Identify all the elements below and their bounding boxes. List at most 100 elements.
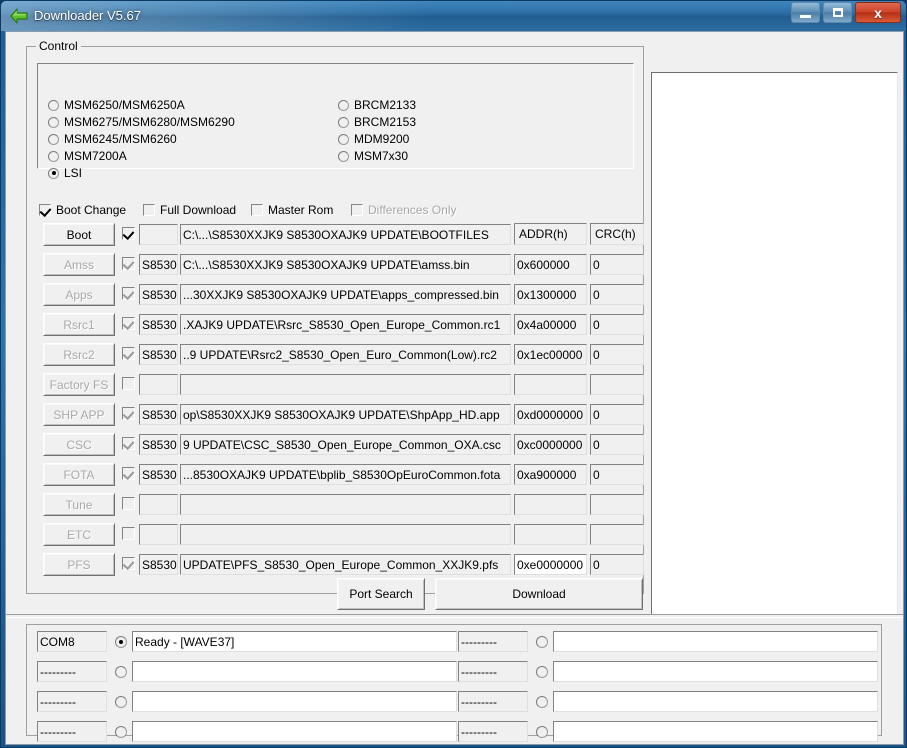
port-name-field-left-0[interactable]: COM8 [37, 631, 107, 652]
file-row-crc-rsrc1[interactable]: 0 [590, 314, 644, 335]
port-name-field-left-3[interactable]: --------- [37, 721, 107, 742]
file-row-model-boot[interactable] [139, 224, 178, 245]
file-row-crc-tune[interactable] [590, 494, 644, 515]
file-row-checkbox-fota[interactable] [122, 467, 135, 480]
file-row-addr-rsrc2[interactable]: 0x1ec00000 [514, 344, 587, 365]
file-row-path-pfs[interactable]: UPDATE\PFS_S8530_Open_Europe_Common_XXJK… [180, 554, 511, 575]
file-row-checkbox-shp-app[interactable] [122, 407, 135, 420]
file-row-crc-rsrc2[interactable]: 0 [590, 344, 644, 365]
file-row-path-fota[interactable]: ...8530OXAJK9 UPDATE\bplib_S8530OpEuroCo… [180, 464, 511, 485]
file-row-model-amss[interactable]: S8530 [139, 254, 178, 275]
port-name-field-right-1[interactable]: --------- [458, 661, 528, 682]
file-row-checkbox-apps[interactable] [122, 287, 135, 300]
file-row-path-tune[interactable] [180, 494, 511, 515]
file-row-addr-shp-app[interactable]: 0xd0000000 [514, 404, 587, 425]
port-radio-right-3[interactable] [536, 726, 548, 738]
port-search-button[interactable]: Port Search [337, 578, 425, 610]
title-bar[interactable]: Downloader V5.67 x [1, 1, 906, 31]
file-row-model-factory-fs[interactable] [139, 374, 178, 395]
port-message-field-left-2[interactable] [132, 691, 457, 712]
file-row-path-rsrc2[interactable]: ..9 UPDATE\Rsrc2_S8530_Open_Euro_Common(… [180, 344, 511, 365]
file-row-model-pfs[interactable]: S8530 [139, 554, 178, 575]
port-message-field-right-1[interactable] [553, 661, 878, 682]
file-row-addr-amss[interactable]: 0x600000 [514, 254, 587, 275]
file-row-addr-rsrc1[interactable]: 0x4a00000 [514, 314, 587, 335]
file-row-path-boot[interactable]: C:\...\S8530XXJK9 S8530OXAJK9 UPDATE\BOO… [180, 224, 511, 245]
port-message-field-left-0[interactable]: Ready - [WAVE37] [132, 631, 457, 652]
port-radio-left-0[interactable] [115, 636, 127, 648]
option-checkbox-master-rom[interactable]: Master Rom [251, 203, 333, 217]
file-row-path-shp-app[interactable]: op\S8530XXJK9 S8530OXAJK9 UPDATE\ShpApp_… [180, 404, 511, 425]
option-checkbox-full-download[interactable]: Full Download [143, 203, 236, 217]
chipset-radio-msm6275-msm6280-msm6290[interactable]: MSM6275/MSM6280/MSM6290 [48, 115, 235, 129]
close-button[interactable]: x [855, 2, 901, 23]
chipset-radio-lsi[interactable]: LSI [48, 166, 82, 180]
log-output-panel[interactable] [651, 72, 898, 615]
chipset-radio-msm7x30[interactable]: MSM7x30 [338, 149, 408, 163]
minimize-button[interactable] [791, 2, 820, 23]
file-row-checkbox-csc[interactable] [122, 437, 135, 450]
file-row-path-rsrc1[interactable]: .XAJK9 UPDATE\Rsrc_S8530_Open_Europe_Com… [180, 314, 511, 335]
file-row-button-boot[interactable]: Boot [43, 223, 115, 246]
file-row-model-csc[interactable]: S8530 [139, 434, 178, 455]
port-radio-right-0[interactable] [536, 636, 548, 648]
chipset-radio-brcm2153[interactable]: BRCM2153 [338, 115, 416, 129]
port-message-field-right-3[interactable] [553, 721, 878, 742]
file-row-crc-fota[interactable]: 0 [590, 464, 644, 485]
file-row-crc-factory-fs[interactable] [590, 374, 644, 395]
file-row-checkbox-etc[interactable] [122, 527, 135, 540]
file-row-crc-apps[interactable]: 0 [590, 284, 644, 305]
chipset-radio-mdm9200[interactable]: MDM9200 [338, 132, 409, 146]
port-radio-left-2[interactable] [115, 696, 127, 708]
file-row-path-factory-fs[interactable] [180, 374, 511, 395]
port-name-field-left-1[interactable]: --------- [37, 661, 107, 682]
file-row-addr-tune[interactable] [514, 494, 587, 515]
port-radio-right-2[interactable] [536, 696, 548, 708]
file-row-model-shp-app[interactable]: S8530 [139, 404, 178, 425]
chipset-radio-msm6250-msm6250a[interactable]: MSM6250/MSM6250A [48, 98, 185, 112]
file-row-path-etc[interactable] [180, 524, 511, 545]
port-name-field-left-2[interactable]: --------- [37, 691, 107, 712]
file-row-model-etc[interactable] [139, 524, 178, 545]
file-row-crc-csc[interactable]: 0 [590, 434, 644, 455]
file-row-addr-pfs[interactable]: 0xe0000000 [514, 554, 587, 575]
port-message-field-left-1[interactable] [132, 661, 457, 682]
file-row-checkbox-rsrc2[interactable] [122, 347, 135, 360]
port-radio-left-1[interactable] [115, 666, 127, 678]
port-message-field-right-2[interactable] [553, 691, 878, 712]
file-row-addr-factory-fs[interactable] [514, 374, 587, 395]
file-row-crc-pfs[interactable]: 0 [590, 554, 644, 575]
file-row-model-fota[interactable]: S8530 [139, 464, 178, 485]
port-message-field-right-0[interactable] [553, 631, 878, 652]
file-row-addr-csc[interactable]: 0xc0000000 [514, 434, 587, 455]
port-name-field-right-0[interactable]: --------- [458, 631, 528, 652]
file-row-checkbox-boot[interactable] [122, 227, 135, 240]
file-row-checkbox-amss[interactable] [122, 257, 135, 270]
file-row-model-tune[interactable] [139, 494, 178, 515]
file-row-crc-etc[interactable] [590, 524, 644, 545]
file-row-path-csc[interactable]: 9 UPDATE\CSC_S8530_Open_Europe_Common_OX… [180, 434, 511, 455]
file-row-checkbox-tune[interactable] [122, 497, 135, 510]
file-row-crc-shp-app[interactable]: 0 [590, 404, 644, 425]
file-row-model-rsrc1[interactable]: S8530 [139, 314, 178, 335]
file-row-crc-amss[interactable]: 0 [590, 254, 644, 275]
port-message-field-left-3[interactable] [132, 721, 457, 742]
file-row-model-apps[interactable]: S8530 [139, 284, 178, 305]
option-checkbox-boot-change[interactable]: Boot Change [39, 203, 126, 217]
file-row-checkbox-factory-fs[interactable] [122, 377, 135, 390]
file-row-checkbox-rsrc1[interactable] [122, 317, 135, 330]
file-row-addr-apps[interactable]: 0x1300000 [514, 284, 587, 305]
file-row-addr-fota[interactable]: 0xa900000 [514, 464, 587, 485]
chipset-radio-msm6245-msm6260[interactable]: MSM6245/MSM6260 [48, 132, 177, 146]
maximize-button[interactable] [823, 2, 852, 23]
file-row-checkbox-pfs[interactable] [122, 557, 135, 570]
download-button[interactable]: Download [435, 578, 643, 610]
file-row-addr-etc[interactable] [514, 524, 587, 545]
port-name-field-right-3[interactable]: --------- [458, 721, 528, 742]
file-row-model-rsrc2[interactable]: S8530 [139, 344, 178, 365]
port-name-field-right-2[interactable]: --------- [458, 691, 528, 712]
file-row-path-apps[interactable]: ...30XXJK9 S8530OXAJK9 UPDATE\apps_compr… [180, 284, 511, 305]
file-row-path-amss[interactable]: C:\...\S8530XXJK9 S8530OXAJK9 UPDATE\ams… [180, 254, 511, 275]
port-radio-right-1[interactable] [536, 666, 548, 678]
chipset-radio-msm7200a[interactable]: MSM7200A [48, 149, 127, 163]
